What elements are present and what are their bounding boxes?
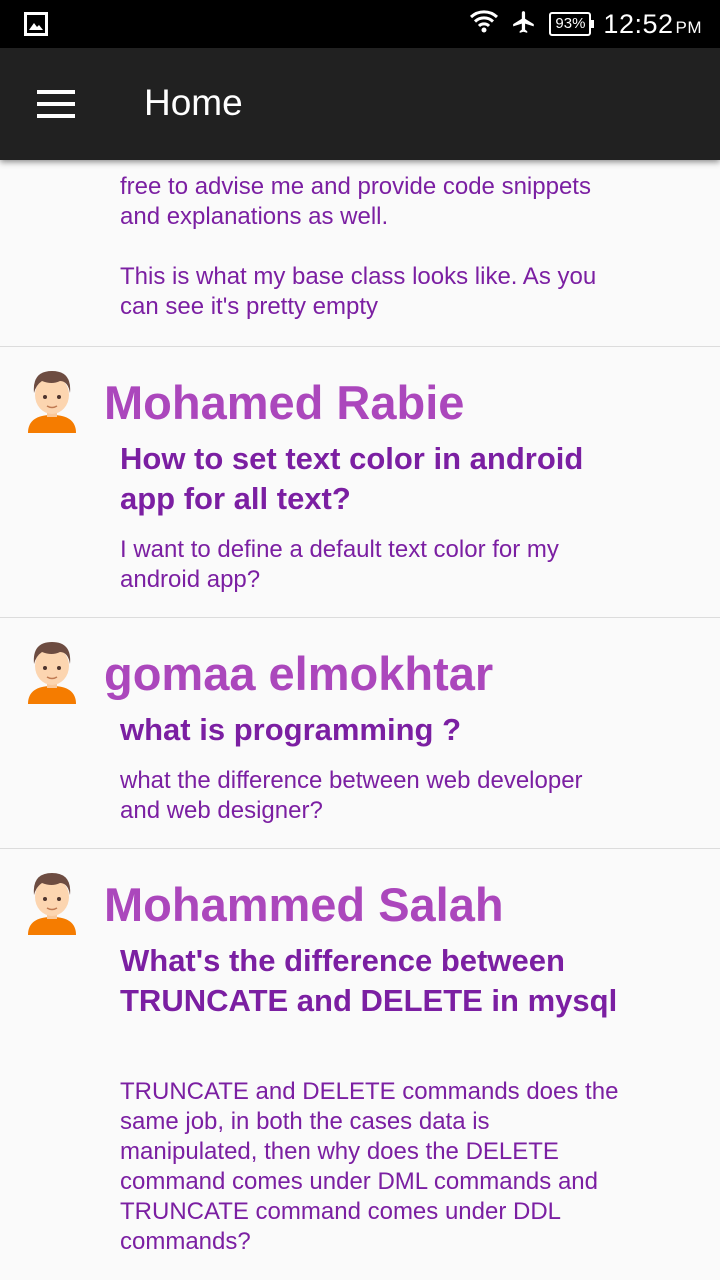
- author-name[interactable]: Mohamed Rabie: [104, 375, 704, 431]
- author-name[interactable]: Mohammed Salah: [104, 877, 704, 933]
- battery-icon: 93%: [549, 12, 595, 36]
- question-feed[interactable]: free to advise me and provide code snipp…: [0, 160, 720, 1280]
- question-title[interactable]: what is programming ?: [120, 710, 620, 750]
- author-name[interactable]: gomaa elmokhtar: [104, 646, 704, 702]
- app-bar: Home: [0, 48, 720, 160]
- hamburger-menu-icon[interactable]: [20, 70, 92, 138]
- airplane-mode-icon: [511, 9, 537, 40]
- wifi-icon: [469, 9, 499, 40]
- post-body: I want to define a default text color fo…: [120, 536, 559, 593]
- clock: 12:52 PM: [603, 9, 702, 40]
- post-body: what the difference between web develope…: [120, 767, 583, 824]
- list-item[interactable]: free to advise me and provide code snipp…: [0, 160, 720, 347]
- clock-time: 12:52: [603, 8, 674, 39]
- list-item[interactable]: Mohamed Rabie How to set text color in a…: [0, 347, 720, 618]
- page-title: Home: [144, 82, 243, 123]
- list-item[interactable]: Mohammed Salah What's the difference bet…: [0, 849, 720, 1280]
- list-item[interactable]: gomaa elmokhtar what is programming ? wh…: [0, 618, 720, 849]
- post-body: TRUNCATE and DELETE commands does the sa…: [120, 1078, 619, 1255]
- question-title[interactable]: What's the difference between TRUNCATE a…: [120, 941, 620, 1021]
- image-notification-icon: [24, 12, 48, 41]
- user-avatar-icon: [28, 371, 76, 433]
- post-body: free to advise me and provide code snipp…: [120, 173, 597, 320]
- user-avatar-icon: [28, 873, 76, 935]
- status-bar: 93% 12:52 PM: [0, 0, 720, 48]
- user-avatar-icon: [28, 642, 76, 704]
- question-title[interactable]: How to set text color in android app for…: [120, 439, 620, 519]
- clock-ampm: PM: [675, 17, 702, 37]
